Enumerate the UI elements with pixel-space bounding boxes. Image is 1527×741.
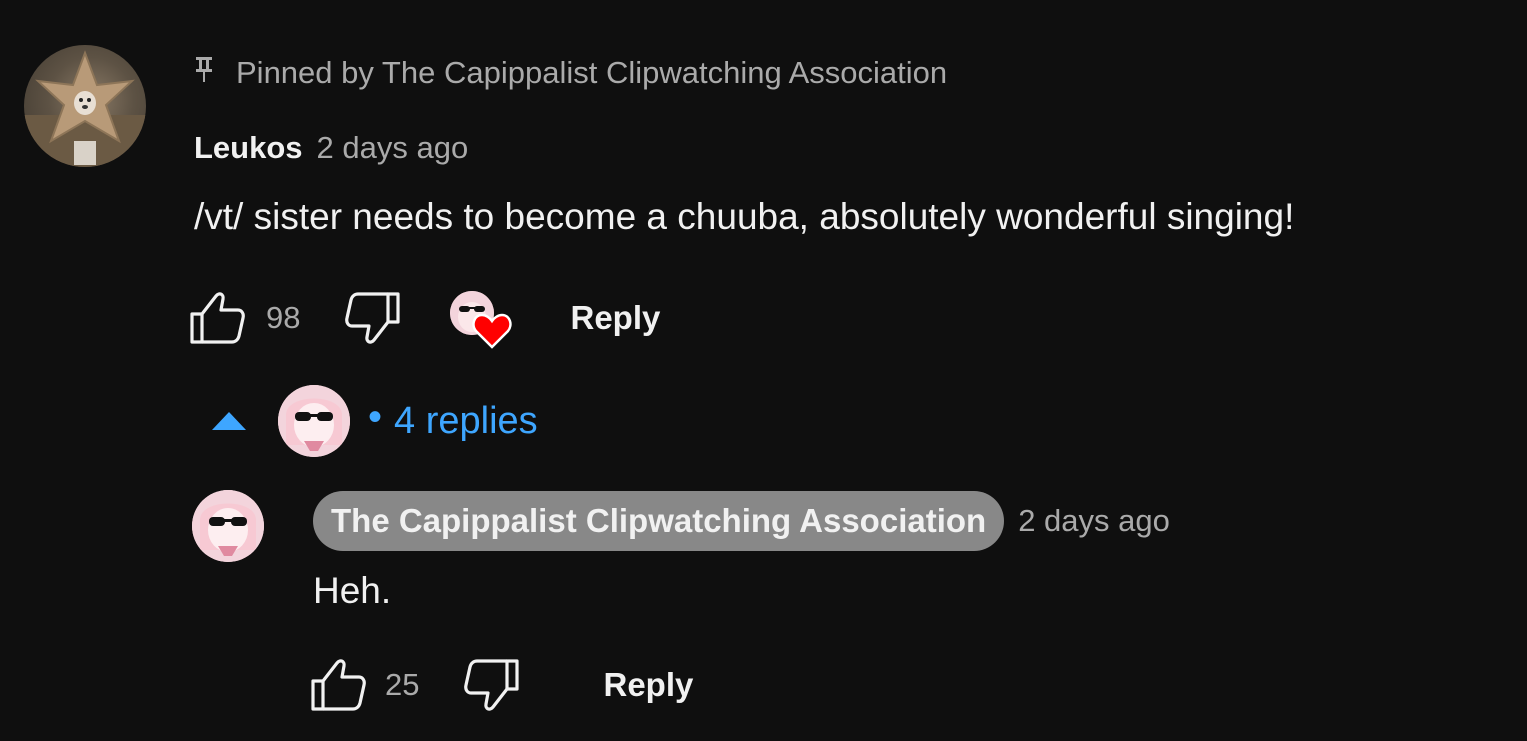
pinned-label: Pinned by The Capippalist Clipwatching A… — [236, 55, 948, 90]
reply-header: The Capippalist Clipwatching Association… — [313, 491, 1170, 551]
commenter-avatar[interactable] — [24, 45, 146, 167]
reply-text: Heh. — [313, 570, 392, 611]
pin-icon — [196, 57, 212, 82]
replier-avatar-small — [278, 385, 350, 457]
reply-actions: 25 Reply — [307, 655, 693, 715]
dislike-icon[interactable] — [344, 288, 404, 348]
caret-up-icon[interactable] — [210, 410, 248, 432]
anime-girl-sunglasses-icon — [192, 490, 264, 562]
like-icon[interactable] — [186, 288, 246, 348]
separator-dot: • — [368, 394, 383, 439]
star-mask-dog-avatar-icon — [24, 50, 146, 167]
comment-author[interactable]: Leukos — [194, 130, 303, 166]
heart-icon — [472, 313, 513, 349]
creator-heart — [448, 291, 520, 357]
comment-header: Leukos 2 days ago — [194, 130, 468, 174]
reply-button[interactable]: Reply — [570, 299, 660, 337]
comment-text: /vt/ sister needs to become a chuuba, ab… — [194, 196, 1295, 237]
like-count: 98 — [266, 300, 301, 335]
anime-girl-sunglasses-icon — [278, 385, 350, 457]
replies-count[interactable]: 4 replies — [394, 400, 538, 443]
comment-actions: 98 Reply — [186, 288, 660, 349]
like-icon[interactable] — [307, 655, 367, 715]
comment-thread: Pinned by The Capippalist Clipwatching A… — [0, 0, 1527, 741]
reply-time[interactable]: 2 days ago — [1018, 503, 1170, 539]
reply-author-owner-badge[interactable]: The Capippalist Clipwatching Association — [313, 491, 1005, 551]
comment-time[interactable]: 2 days ago — [317, 130, 469, 166]
replies-toggle[interactable]: • 4 replies — [210, 385, 538, 457]
reply-like-count: 25 — [385, 667, 420, 702]
reply-button[interactable]: Reply — [603, 666, 693, 704]
pinned-indicator: Pinned by The Capippalist Clipwatching A… — [194, 52, 947, 94]
reply-author-avatar[interactable] — [192, 490, 264, 562]
dislike-icon[interactable] — [463, 655, 523, 715]
